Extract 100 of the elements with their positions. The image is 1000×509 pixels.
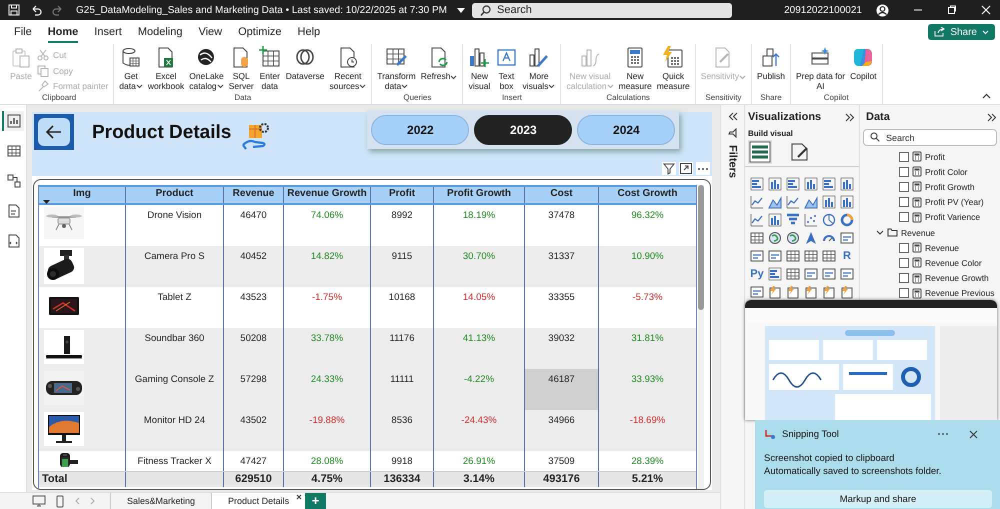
desktop-icon[interactable] bbox=[32, 495, 46, 507]
visual-type-button[interactable]: Py bbox=[750, 268, 764, 280]
donut-chart-icon[interactable] bbox=[840, 213, 854, 227]
area-chart-icon[interactable] bbox=[768, 195, 782, 209]
field-name[interactable]: Profit bbox=[925, 152, 945, 162]
bar-chart-icon[interactable] bbox=[822, 177, 836, 191]
search-field[interactable]: Search bbox=[472, 2, 732, 18]
save-icon[interactable] bbox=[8, 4, 20, 16]
menu-tab[interactable]: View bbox=[198, 22, 222, 42]
pane-title[interactable]: Filters bbox=[726, 145, 738, 178]
card-icon[interactable] bbox=[840, 267, 854, 281]
bar-chart-icon[interactable] bbox=[786, 177, 800, 191]
restore-icon[interactable] bbox=[947, 5, 957, 15]
column-chart-icon[interactable] bbox=[768, 177, 782, 191]
pane-tab[interactable] bbox=[748, 140, 772, 164]
ribbon-button[interactable]: Enter data bbox=[256, 46, 283, 93]
card-icon[interactable] bbox=[768, 249, 782, 263]
ribbon-button[interactable]: New visual bbox=[466, 46, 492, 93]
script-view-icon[interactable] bbox=[7, 234, 21, 248]
scatter-chart-icon[interactable] bbox=[804, 213, 818, 227]
field-name[interactable]: Profit Color bbox=[925, 166, 968, 177]
ribbon-button[interactable]: Copilot bbox=[848, 46, 879, 93]
year-button[interactable]: 2024 bbox=[577, 115, 676, 145]
expand-icon[interactable] bbox=[987, 112, 997, 122]
card-icon[interactable] bbox=[750, 249, 764, 263]
checkbox[interactable] bbox=[899, 258, 909, 268]
ribbon-button[interactable]: New measure bbox=[616, 46, 654, 93]
field-name[interactable]: Profit Varience bbox=[925, 212, 980, 222]
field-name[interactable]: Revenue Growth bbox=[925, 273, 989, 284]
phone-icon[interactable] bbox=[56, 494, 64, 508]
ribbon-button[interactable]: Text box bbox=[493, 46, 520, 93]
close-icon[interactable] bbox=[296, 494, 302, 500]
ribbon-button[interactable]: OneLake catalog bbox=[187, 46, 226, 93]
chart-bolt-icon[interactable] bbox=[786, 285, 800, 299]
ribbon-button[interactable]: Get data bbox=[117, 46, 145, 93]
pie-chart-icon[interactable] bbox=[822, 213, 836, 227]
checkbox[interactable] bbox=[899, 242, 909, 253]
ribbon-button[interactable]: Refresh bbox=[418, 46, 460, 93]
chart-bolt-icon[interactable] bbox=[822, 285, 836, 299]
menu-tab[interactable]: File bbox=[14, 22, 32, 42]
column-header[interactable]: Cost Growth bbox=[599, 187, 696, 203]
arrow-icon[interactable] bbox=[804, 231, 818, 245]
table-icon[interactable] bbox=[786, 249, 800, 263]
table-view-icon[interactable] bbox=[7, 144, 21, 158]
map-icon[interactable] bbox=[786, 231, 800, 245]
ribbon-button[interactable]: Prep data for AI bbox=[794, 46, 848, 93]
field-name[interactable]: Profit Growth bbox=[925, 182, 975, 192]
page-tab[interactable]: Product Details bbox=[211, 493, 306, 509]
ribbon-button[interactable]: Recent sources bbox=[328, 46, 368, 93]
caret-icon[interactable] bbox=[456, 8, 465, 12]
ribbon-button[interactable]: Excel workbook bbox=[146, 46, 186, 93]
report-view-icon[interactable] bbox=[7, 114, 21, 128]
checkbox[interactable] bbox=[899, 152, 909, 162]
card-icon[interactable] bbox=[840, 231, 854, 245]
ribbon-button[interactable]: Dataverse bbox=[284, 46, 327, 93]
area-chart-icon[interactable] bbox=[804, 195, 818, 209]
markup-button[interactable]: Markup and share bbox=[764, 490, 992, 508]
chart-bolt-icon[interactable] bbox=[768, 285, 782, 299]
checkbox[interactable] bbox=[899, 212, 909, 222]
column-header[interactable]: Img bbox=[39, 187, 126, 203]
checkbox[interactable] bbox=[899, 273, 909, 284]
line-chart-icon[interactable] bbox=[786, 195, 800, 209]
ribbon-button[interactable]: Publish bbox=[755, 46, 787, 93]
column-header[interactable]: Revenue Growth bbox=[284, 187, 371, 203]
card-icon[interactable] bbox=[804, 267, 818, 281]
checkbox[interactable] bbox=[899, 182, 909, 192]
table-icon[interactable] bbox=[786, 267, 800, 281]
column-chart-icon[interactable] bbox=[840, 195, 854, 209]
checkbox[interactable] bbox=[899, 288, 909, 298]
back-button[interactable] bbox=[34, 114, 74, 150]
bar-chart-icon[interactable] bbox=[768, 267, 782, 281]
menu-tab[interactable]: Optimize bbox=[238, 22, 282, 42]
column-chart-icon[interactable] bbox=[840, 177, 854, 191]
table-icon[interactable] bbox=[804, 249, 818, 263]
line-chart-icon[interactable] bbox=[750, 213, 764, 227]
undo-icon[interactable] bbox=[30, 4, 42, 16]
chart-bolt-icon[interactable] bbox=[840, 285, 854, 299]
bar-chart-icon[interactable] bbox=[750, 177, 764, 191]
table-icon[interactable] bbox=[822, 249, 836, 263]
field-name[interactable]: Revenue Previous bbox=[925, 288, 994, 298]
column-header[interactable]: Profit Growth bbox=[434, 187, 525, 203]
year-button[interactable]: 2023 bbox=[474, 115, 572, 145]
column-chart-icon[interactable] bbox=[768, 213, 782, 227]
field-name[interactable]: Revenue Color bbox=[925, 258, 982, 268]
collapse-icon[interactable] bbox=[982, 93, 991, 99]
more-icon[interactable] bbox=[937, 432, 949, 436]
ribbon-button[interactable]: More visuals bbox=[520, 46, 558, 93]
funnel-icon[interactable] bbox=[786, 213, 800, 227]
map-icon[interactable] bbox=[768, 231, 782, 245]
avatar-icon[interactable] bbox=[876, 4, 889, 16]
column-header[interactable]: Revenue bbox=[224, 187, 284, 203]
scrollbar-thumb[interactable] bbox=[698, 185, 704, 310]
ribbon-button[interactable]: Quick measure bbox=[654, 46, 692, 93]
collapse-icon[interactable] bbox=[728, 112, 738, 121]
model-view-icon[interactable] bbox=[7, 174, 21, 188]
expand-icon[interactable] bbox=[845, 112, 855, 122]
column-chart-icon[interactable] bbox=[822, 195, 836, 209]
menu-tab[interactable]: Help bbox=[298, 22, 320, 42]
card-icon[interactable] bbox=[750, 285, 764, 299]
visual-type-button[interactable]: R bbox=[843, 250, 851, 262]
